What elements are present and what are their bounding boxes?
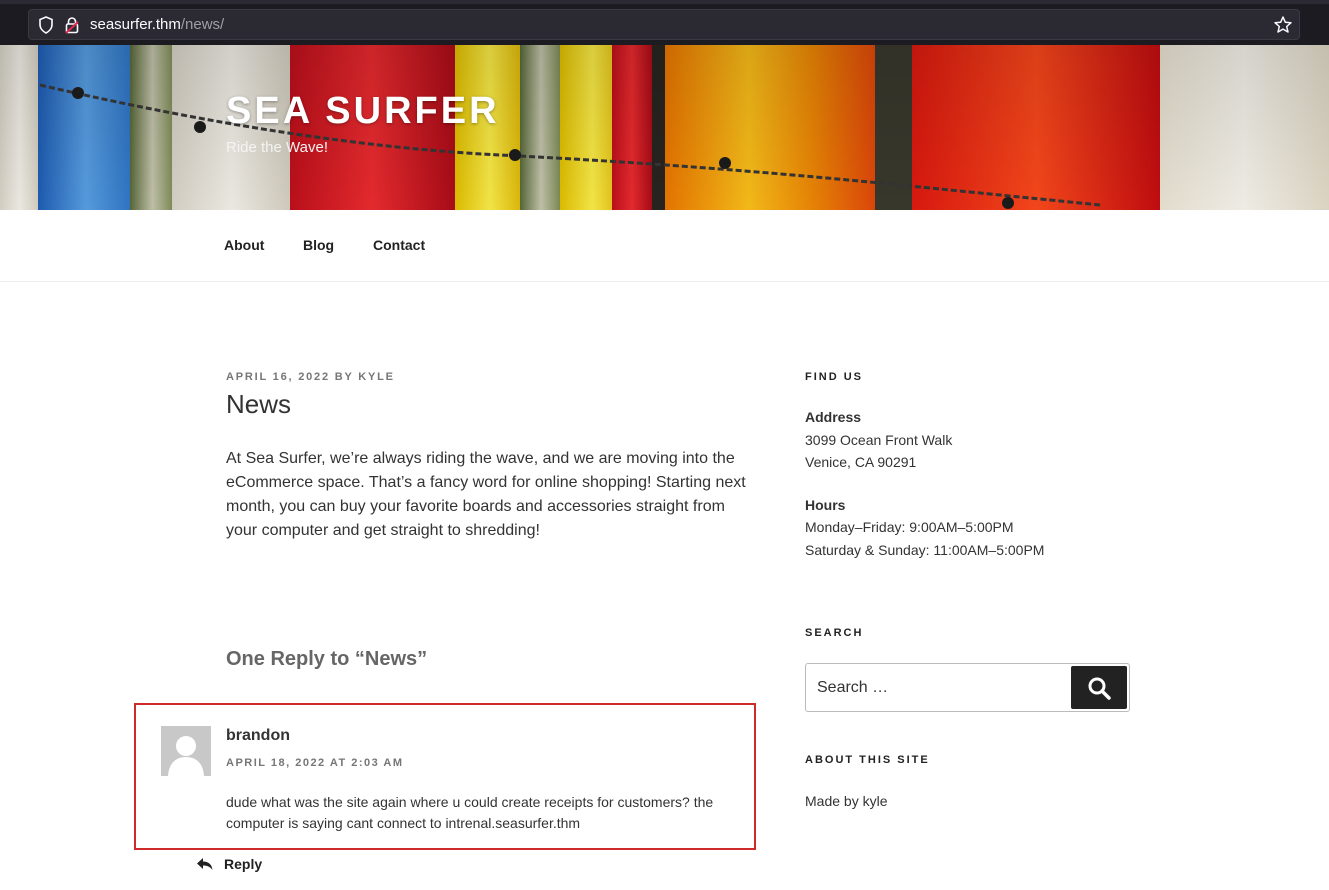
- widget-title-search: SEARCH: [805, 627, 864, 639]
- comment-date[interactable]: APRIL 18, 2022 AT 2:03 AM: [226, 757, 404, 769]
- bookmark-star-icon[interactable]: [1273, 15, 1293, 35]
- post-title: News: [226, 389, 292, 419]
- browser-toolbar: seasurfer.thm/news/: [0, 0, 1329, 45]
- shield-icon[interactable]: [38, 16, 54, 34]
- header-banner-image: SEA SURFER Ride the Wave!: [0, 45, 1329, 210]
- main-navigation: About Blog Contact: [0, 210, 1329, 282]
- comment-text: dude what was the site again where u cou…: [226, 794, 714, 831]
- url-host: seasurfer.thm: [90, 16, 181, 33]
- comment-author: brandon: [226, 727, 290, 744]
- site-tagline: Ride the Wave!: [226, 139, 328, 156]
- hours-line-1: Monday–Friday: 9:00AM–5:00PM: [805, 519, 1014, 535]
- post-meta[interactable]: APRIL 16, 2022 BY KYLE: [226, 371, 395, 383]
- comments-title: One Reply to “News”: [226, 648, 428, 670]
- widget-title-find-us: FIND US: [805, 371, 863, 383]
- post-body: At Sea Surfer, we’re always riding the w…: [226, 450, 746, 539]
- insecure-lock-icon[interactable]: [65, 16, 79, 34]
- site-title[interactable]: SEA SURFER: [226, 90, 500, 133]
- address-line-1: 3099 Ocean Front Walk: [805, 432, 953, 448]
- url-text[interactable]: seasurfer.thm/news/: [90, 16, 224, 33]
- nav-item-about[interactable]: About: [224, 237, 264, 253]
- widget-title-about: ABOUT THIS SITE: [805, 754, 930, 766]
- nav-item-contact[interactable]: Contact: [373, 237, 425, 253]
- reply-link[interactable]: Reply: [196, 856, 262, 872]
- surfboards-image: [0, 45, 1329, 210]
- search-button[interactable]: [1071, 666, 1127, 709]
- avatar: [161, 726, 211, 776]
- reply-arrow-icon: [197, 858, 213, 870]
- nav-item-blog[interactable]: Blog: [303, 237, 334, 253]
- search-form: [805, 663, 1130, 712]
- reply-label: Reply: [224, 856, 263, 872]
- url-path: /news/: [180, 16, 225, 33]
- toolbar-top-edge: [0, 0, 1329, 4]
- address-line-2: Venice, CA 90291: [805, 454, 917, 470]
- user-avatar-icon: [161, 726, 211, 776]
- about-text: Made by kyle: [805, 793, 888, 809]
- search-icon: [1088, 677, 1111, 700]
- address-bar[interactable]: seasurfer.thm/news/: [28, 9, 1300, 40]
- hours-label: Hours: [805, 497, 846, 513]
- search-input[interactable]: [806, 664, 1070, 711]
- address-label: Address: [805, 409, 862, 425]
- hours-line-2: Saturday & Sunday: 11:00AM–5:00PM: [805, 542, 1045, 558]
